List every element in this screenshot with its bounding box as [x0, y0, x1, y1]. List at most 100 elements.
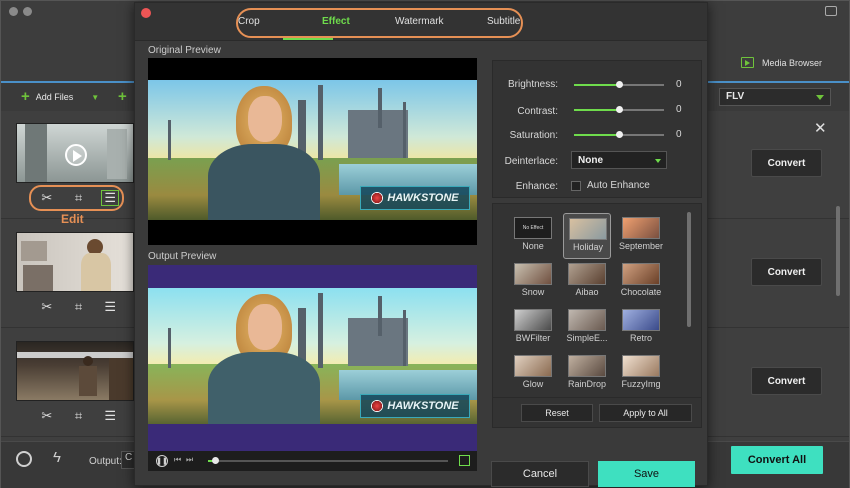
- add-files-label: Add Files: [35, 92, 74, 102]
- effect-thumbnail: [568, 355, 606, 377]
- crop-icon[interactable]: ⌗: [69, 299, 87, 315]
- add-files-button[interactable]: + Add Files ▼: [21, 89, 99, 105]
- previous-frame-icon[interactable]: ⏮: [174, 455, 181, 465]
- video-thumbnail[interactable]: [16, 123, 134, 183]
- window-close-dot[interactable]: [9, 7, 18, 16]
- effect-thumbnail: [568, 263, 606, 285]
- output-preview-video: HAWKSTONE: [148, 265, 477, 451]
- effect-tile-none[interactable]: No Effect None: [509, 213, 557, 259]
- slider-fill: [574, 84, 619, 86]
- convert-button[interactable]: Convert: [751, 149, 822, 177]
- saturation-slider[interactable]: [574, 131, 664, 138]
- effect-label: Glow: [522, 379, 544, 389]
- effect-thumbnail: [568, 309, 606, 331]
- no-effect-text: No Effect: [522, 225, 544, 231]
- contrast-value: 0: [676, 104, 682, 115]
- effect-tile-fuzzyimg[interactable]: FuzzyImg: [617, 351, 665, 397]
- slider-handle[interactable]: [616, 81, 623, 88]
- slider-fill: [574, 134, 619, 136]
- effect-tile-snow[interactable]: Snow: [509, 259, 557, 305]
- effect-label: Snow: [521, 287, 545, 297]
- add-folder-plus-icon[interactable]: +: [118, 88, 127, 105]
- adjust-settings-panel: Brightness: 0 Contrast: 0 Saturation: 0 …: [492, 60, 702, 198]
- brightness-label: Brightness:: [507, 79, 558, 90]
- auto-enhance-checkbox[interactable]: [571, 181, 581, 191]
- effect-tile-bwfilter[interactable]: BWFilter: [509, 305, 557, 351]
- slider-handle[interactable]: [616, 106, 623, 113]
- sliders-icon[interactable]: ☰: [101, 408, 119, 424]
- dialog-close-button[interactable]: [141, 8, 151, 18]
- hawkstone-logo-icon: [371, 192, 384, 204]
- cancel-button[interactable]: Cancel: [491, 461, 589, 487]
- output-label: Output:: [89, 456, 122, 467]
- effect-thumbnail: No Effect: [514, 217, 552, 239]
- media-browser-label: Media Browser: [762, 57, 823, 68]
- effect-thumbnail: [514, 309, 552, 331]
- effects-scrollbar[interactable]: [687, 212, 691, 327]
- fullscreen-icon[interactable]: [459, 455, 470, 466]
- chat-icon[interactable]: [825, 6, 837, 16]
- pause-icon[interactable]: ❚❚: [156, 455, 168, 467]
- effects-panel: No Effect None Holiday September Snow Aibao Ch…: [492, 203, 702, 428]
- close-icon[interactable]: ✕: [814, 119, 827, 137]
- original-preview-video: HAWKSTONE: [148, 58, 477, 245]
- effect-label: FuzzyImg: [621, 379, 661, 389]
- convert-button[interactable]: Convert: [751, 367, 822, 395]
- alarm-clock-icon[interactable]: [16, 451, 32, 467]
- effect-thumbnail: [622, 217, 660, 239]
- reset-button[interactable]: Reset: [521, 404, 593, 422]
- media-browser-button[interactable]: Media Browser: [741, 57, 822, 68]
- convert-button[interactable]: Convert: [751, 258, 822, 286]
- output-format-select[interactable]: FLV: [719, 88, 831, 106]
- effect-thumbnail: [622, 355, 660, 377]
- window-minimize-dot[interactable]: [23, 7, 32, 16]
- effect-tile-glow[interactable]: Glow: [509, 351, 557, 397]
- convert-all-button[interactable]: Convert All: [731, 446, 823, 474]
- video-thumbnail[interactable]: [16, 341, 134, 401]
- effect-thumbnail: [514, 355, 552, 377]
- deinterlace-value: None: [578, 155, 603, 166]
- contrast-slider[interactable]: [574, 106, 664, 113]
- file-list-scrollbar[interactable]: [836, 206, 840, 296]
- player-controls: ❚❚ ⏮ ⏭: [148, 451, 477, 471]
- effect-thumbnail: [569, 218, 607, 240]
- effect-thumbnail: [622, 309, 660, 331]
- deinterlace-select[interactable]: None: [571, 151, 667, 169]
- effect-tile-aibao[interactable]: Aibao: [563, 259, 611, 305]
- effect-tile-september[interactable]: September: [617, 213, 665, 259]
- effect-tile-retro[interactable]: Retro: [617, 305, 665, 351]
- crop-icon[interactable]: ⌗: [69, 408, 87, 424]
- lightning-icon[interactable]: ϟ: [53, 449, 61, 466]
- auto-enhance-label[interactable]: Auto Enhance: [587, 180, 650, 191]
- chevron-down-icon: [816, 95, 824, 100]
- effect-label: September: [618, 241, 664, 251]
- watermark-banner: HAWKSTONE: [360, 394, 470, 418]
- chevron-down-icon[interactable]: ▼: [91, 93, 99, 102]
- seek-handle[interactable]: [212, 457, 220, 464]
- media-browser-icon: [741, 57, 754, 68]
- save-button[interactable]: Save: [598, 461, 695, 487]
- effect-tile-chocolate[interactable]: Chocolate: [617, 259, 665, 305]
- next-frame-icon[interactable]: ⏭: [186, 455, 193, 465]
- slider-handle[interactable]: [616, 131, 623, 138]
- seek-bar[interactable]: [208, 457, 448, 464]
- effect-tile-holiday[interactable]: Holiday: [563, 213, 611, 259]
- effect-label: RainDrop: [567, 379, 607, 389]
- effect-tile-raindrop[interactable]: RainDrop: [563, 351, 611, 397]
- effect-thumbnail: [514, 263, 552, 285]
- video-thumbnail[interactable]: [16, 232, 134, 292]
- output-format-value: FLV: [726, 91, 745, 102]
- sliders-icon[interactable]: ☰: [101, 299, 119, 315]
- effect-label: None: [522, 241, 544, 251]
- apply-to-all-button[interactable]: Apply to All: [599, 404, 692, 422]
- file-edit-tools: ✂ ⌗ ☰: [31, 296, 126, 318]
- edit-annotation-label: Edit: [61, 212, 84, 226]
- scissors-icon[interactable]: ✂: [38, 299, 56, 315]
- watermark-text: HAWKSTONE: [387, 400, 459, 412]
- brightness-slider[interactable]: [574, 81, 664, 88]
- scissors-icon[interactable]: ✂: [38, 408, 56, 424]
- effect-tile-simplee[interactable]: SimpleE...: [563, 305, 611, 351]
- file-edit-tools: ✂ ⌗ ☰: [31, 405, 126, 427]
- dialog-tab-bar: Crop Effect Watermark Subtitle: [135, 3, 707, 41]
- effect-label: Retro: [629, 333, 652, 343]
